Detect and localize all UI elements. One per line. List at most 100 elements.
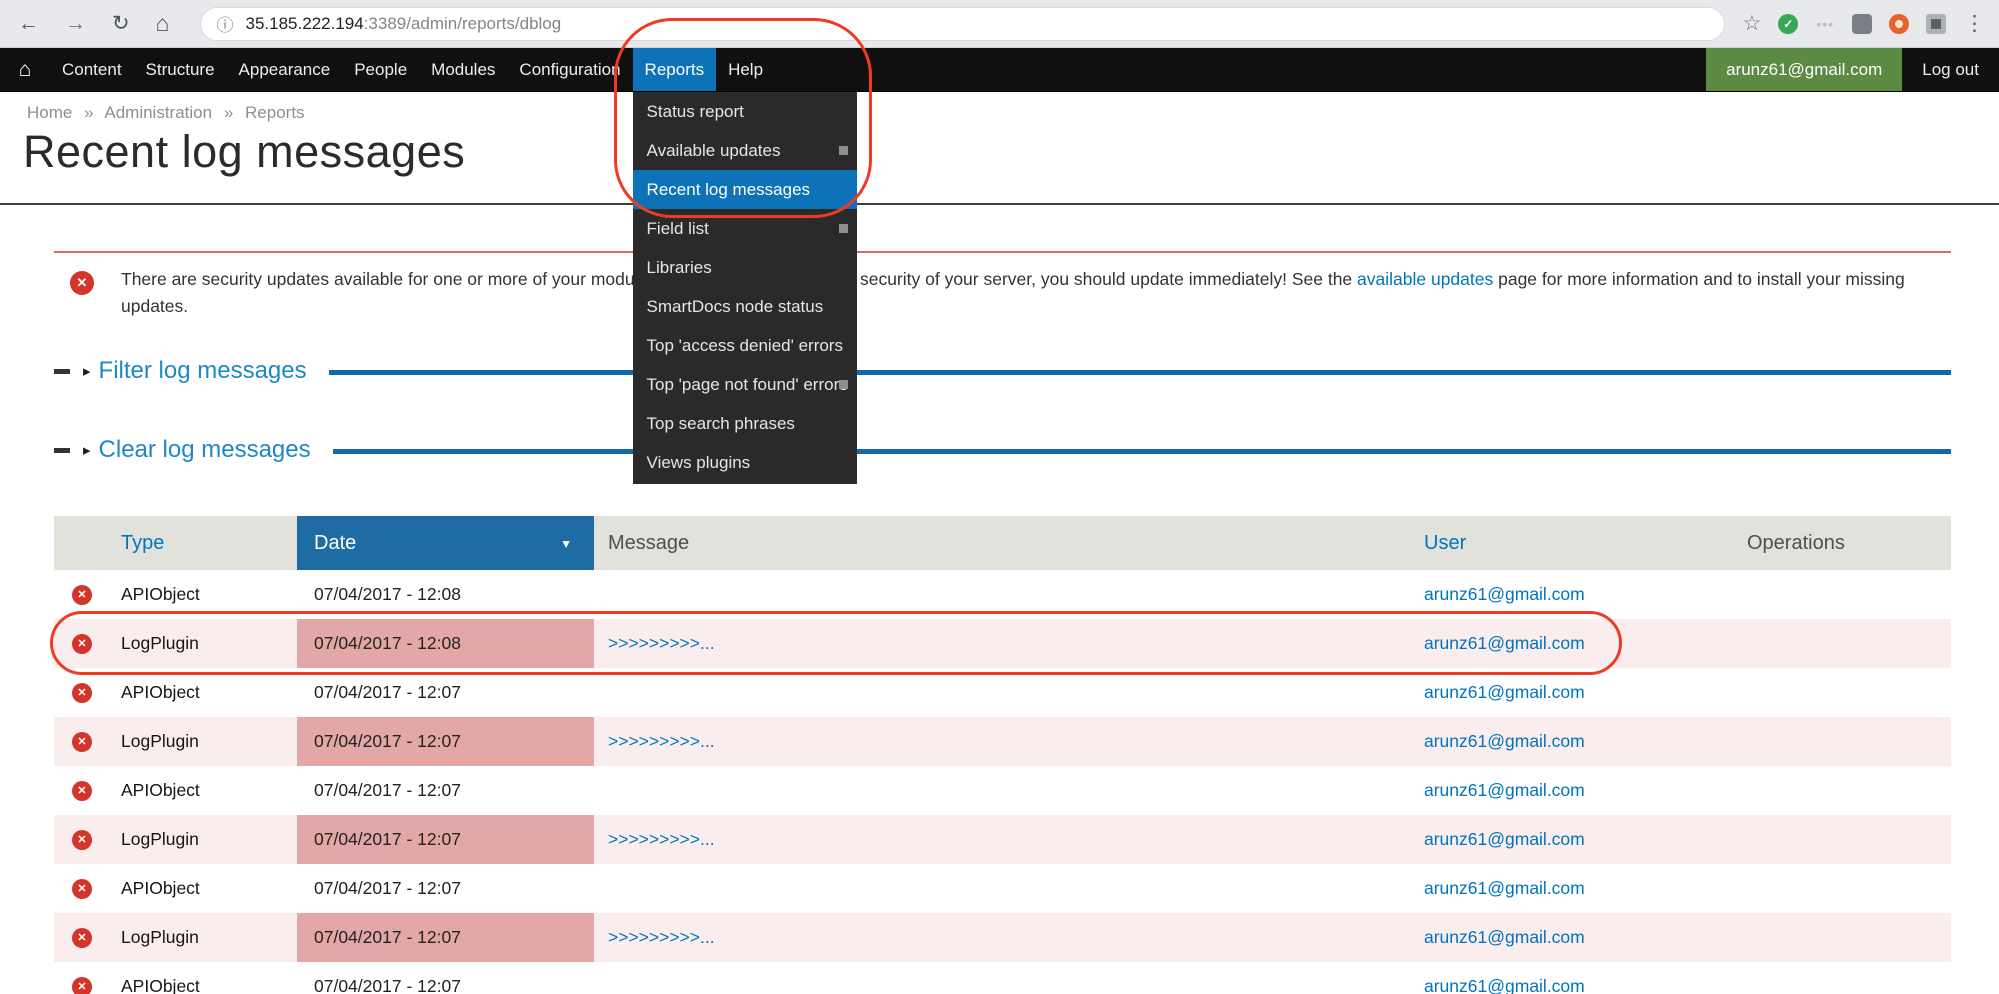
table-row: ✕ LogPlugin 07/04/2017 - 12:07 >>>>>>>>>…	[54, 913, 1951, 962]
drupal-home-icon[interactable]: ⌂	[0, 48, 50, 91]
error-message-icon: ✕	[70, 271, 94, 295]
log-operations-cell	[1743, 913, 1951, 962]
error-severity-icon: ✕	[72, 928, 92, 948]
clear-log-messages-toggle[interactable]: Clear log messages	[99, 436, 311, 464]
table-row: ✕ LogPlugin 07/04/2017 - 12:07 >>>>>>>>>…	[54, 815, 1951, 864]
log-message-link[interactable]: >>>>>>>>>...	[608, 731, 715, 752]
log-user-link[interactable]: arunz61@gmail.com	[1424, 731, 1585, 752]
log-messages-table: Type Date ▼ Message User Operations ✕ AP…	[54, 516, 1951, 994]
filter-fieldset: ▸ Filter log messages	[54, 355, 1951, 387]
log-user-link[interactable]: arunz61@gmail.com	[1424, 927, 1585, 948]
log-user-link[interactable]: arunz61@gmail.com	[1424, 682, 1585, 703]
available-updates-link[interactable]: available updates	[1357, 269, 1493, 289]
account-menu[interactable]: arunz61@gmail.com	[1706, 48, 1902, 91]
log-date-cell: 07/04/2017 - 12:07	[297, 864, 594, 913]
log-message-link[interactable]: >>>>>>>>>...	[608, 829, 715, 850]
log-date-cell: 07/04/2017 - 12:08	[297, 619, 594, 668]
menu-item-available-updates[interactable]: Available updates	[633, 131, 857, 170]
url-port: :3389	[364, 14, 407, 34]
page-title: Recent log messages	[23, 126, 465, 178]
screen: ← → ↻ ⌂ ⓘ 35.185.222.194:3389/admin/repo…	[0, 0, 1999, 994]
log-user-cell: arunz61@gmail.com	[1414, 815, 1743, 864]
log-message-link[interactable]: >>>>>>>>>...	[608, 633, 715, 654]
menu-item-views-plugins[interactable]: Views plugins	[633, 443, 857, 482]
toolbar-item-appearance[interactable]: Appearance	[227, 48, 343, 91]
menu-item-smartdocs-node-status[interactable]: SmartDocs node status	[633, 287, 857, 326]
update-badge-icon	[839, 224, 848, 233]
log-user-cell: arunz61@gmail.com	[1414, 962, 1743, 994]
breadcrumb-reports[interactable]: Reports	[245, 103, 305, 122]
filter-log-messages-toggle[interactable]: Filter log messages	[99, 357, 307, 385]
toolbar-item-help[interactable]: Help	[716, 48, 775, 91]
column-header-date[interactable]: Date ▼	[297, 516, 594, 570]
extension-icon-2[interactable]	[1889, 14, 1909, 34]
log-operations-cell	[1743, 717, 1951, 766]
menu-item-top-access-denied[interactable]: Top 'access denied' errors	[633, 326, 857, 365]
log-date-cell: 07/04/2017 - 12:07	[297, 962, 594, 994]
error-severity-icon: ✕	[72, 683, 92, 703]
page-info-icon[interactable]: ⓘ	[217, 11, 234, 36]
table-header-row: Type Date ▼ Message User Operations	[54, 516, 1951, 570]
logout-button[interactable]: Log out	[1902, 48, 1999, 91]
extension-icon-3[interactable]	[1926, 14, 1946, 34]
log-type-cell: LogPlugin	[110, 815, 297, 864]
address-bar[interactable]: ⓘ 35.185.222.194:3389/admin/reports/dblo…	[200, 7, 1725, 41]
severity-cell: ✕	[54, 570, 110, 619]
log-user-link[interactable]: arunz61@gmail.com	[1424, 780, 1585, 801]
column-header-user[interactable]: User	[1414, 516, 1743, 570]
log-operations-cell	[1743, 766, 1951, 815]
menu-item-status-report[interactable]: Status report	[633, 92, 857, 131]
log-message-cell	[594, 766, 1414, 815]
browser-home-icon[interactable]: ⌂	[156, 12, 170, 35]
toolbar-item-structure[interactable]: Structure	[134, 48, 227, 91]
toolbar-item-reports[interactable]: Reports Status report Available updates …	[633, 48, 717, 91]
error-severity-icon: ✕	[72, 830, 92, 850]
log-operations-cell	[1743, 668, 1951, 717]
log-user-link[interactable]: arunz61@gmail.com	[1424, 584, 1585, 605]
extension-check-icon[interactable]: ✓	[1778, 14, 1798, 34]
log-operations-cell	[1743, 570, 1951, 619]
browser-overflow-menu-icon[interactable]: ⋮	[1964, 11, 1985, 36]
error-severity-icon: ✕	[72, 879, 92, 899]
breadcrumb-administration[interactable]: Administration	[104, 103, 212, 122]
severity-cell: ✕	[54, 913, 110, 962]
log-message-cell	[594, 864, 1414, 913]
column-header-operations: Operations	[1743, 516, 1951, 570]
toolbar-item-configuration[interactable]: Configuration	[507, 48, 632, 91]
toolbar-item-people[interactable]: People	[342, 48, 419, 91]
table-row: ✕ APIObject 07/04/2017 - 12:08 arunz61@g…	[54, 570, 1951, 619]
severity-cell: ✕	[54, 864, 110, 913]
bookmark-star-icon[interactable]: ☆	[1743, 11, 1762, 36]
column-header-type[interactable]: Type	[110, 516, 297, 570]
fieldset-marker	[54, 448, 70, 453]
menu-item-recent-log-messages[interactable]: Recent log messages	[633, 170, 857, 209]
toolbar-item-modules[interactable]: Modules	[419, 48, 507, 91]
menu-item-libraries[interactable]: Libraries	[633, 248, 857, 287]
log-user-link[interactable]: arunz61@gmail.com	[1424, 633, 1585, 654]
log-operations-cell	[1743, 962, 1951, 994]
log-user-cell: arunz61@gmail.com	[1414, 619, 1743, 668]
log-message-link[interactable]: >>>>>>>>>...	[608, 927, 715, 948]
breadcrumb-home[interactable]: Home	[27, 103, 72, 122]
log-user-link[interactable]: arunz61@gmail.com	[1424, 878, 1585, 899]
log-type-cell: APIObject	[110, 668, 297, 717]
log-user-link[interactable]: arunz61@gmail.com	[1424, 829, 1585, 850]
toolbar-item-content[interactable]: Content	[50, 48, 134, 91]
log-message-cell: >>>>>>>>>...	[594, 619, 1414, 668]
back-icon[interactable]: ←	[18, 13, 39, 34]
log-message-cell: >>>>>>>>>...	[594, 717, 1414, 766]
extension-dots-icon[interactable]: •••	[1815, 14, 1835, 34]
header-divider	[0, 203, 1999, 205]
extension-icon-1[interactable]	[1852, 14, 1872, 34]
security-warning-message: There are security updates available for…	[121, 266, 1907, 320]
severity-cell: ✕	[54, 717, 110, 766]
table-row: ✕ APIObject 07/04/2017 - 12:07 arunz61@g…	[54, 766, 1951, 815]
menu-item-field-list[interactable]: Field list	[633, 209, 857, 248]
forward-icon[interactable]: →	[65, 13, 86, 34]
menu-item-top-page-not-found[interactable]: Top 'page not found' errors	[633, 365, 857, 404]
breadcrumb: Home » Administration » Reports	[27, 103, 305, 123]
reload-icon[interactable]: ↻	[112, 13, 130, 34]
fieldset-rule	[329, 370, 1951, 375]
menu-item-top-search-phrases[interactable]: Top search phrases	[633, 404, 857, 443]
log-user-link[interactable]: arunz61@gmail.com	[1424, 976, 1585, 994]
